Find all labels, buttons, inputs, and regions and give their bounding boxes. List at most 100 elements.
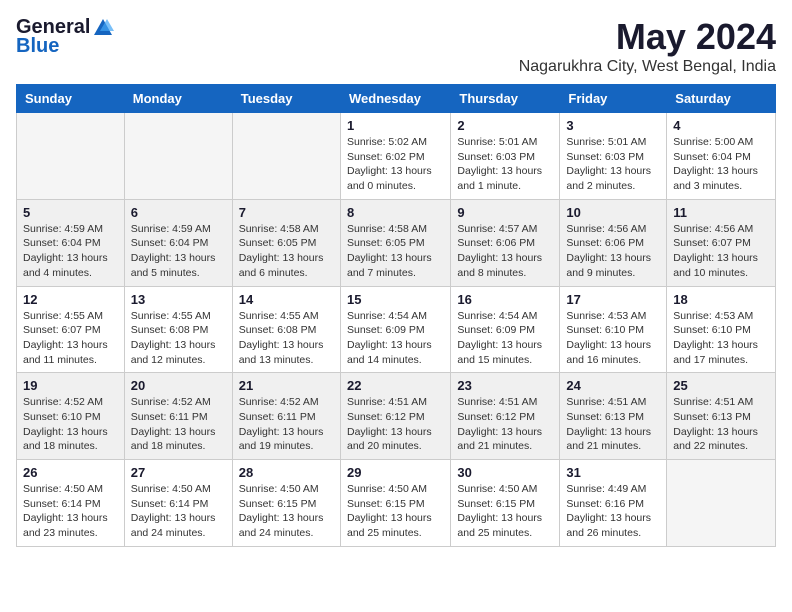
table-row: 27 Sunrise: 4:50 AMSunset: 6:14 PMDayligh… <box>124 460 232 547</box>
calendar-header-row: Sunday Monday Tuesday Wednesday Thursday… <box>17 85 776 113</box>
day-number: 11 <box>673 205 769 220</box>
day-number: 17 <box>566 292 660 307</box>
day-number: 23 <box>457 378 553 393</box>
day-detail: Sunrise: 4:59 AMSunset: 6:04 PMDaylight:… <box>23 222 118 281</box>
logo-icon <box>92 17 114 39</box>
table-row: 26 Sunrise: 4:50 AMSunset: 6:14 PMDayligh… <box>17 460 125 547</box>
day-number: 3 <box>566 118 660 133</box>
day-detail: Sunrise: 4:51 AMSunset: 6:12 PMDaylight:… <box>457 395 553 454</box>
logo-blue: Blue <box>16 35 59 58</box>
day-number: 18 <box>673 292 769 307</box>
day-number: 16 <box>457 292 553 307</box>
page-header: General Blue May 2024 Nagarukhra City, W… <box>16 16 776 76</box>
table-row: 8 Sunrise: 4:58 AMSunset: 6:05 PMDaylight… <box>340 199 450 286</box>
day-detail: Sunrise: 5:01 AMSunset: 6:03 PMDaylight:… <box>457 135 553 194</box>
month-title: May 2024 <box>519 16 776 58</box>
day-detail: Sunrise: 4:59 AMSunset: 6:04 PMDaylight:… <box>131 222 226 281</box>
day-number: 14 <box>239 292 334 307</box>
day-number: 21 <box>239 378 334 393</box>
calendar-week-row: 1 Sunrise: 5:02 AMSunset: 6:02 PMDaylight… <box>17 113 776 200</box>
table-row: 19 Sunrise: 4:52 AMSunset: 6:10 PMDayligh… <box>17 373 125 460</box>
table-row <box>124 113 232 200</box>
table-row: 10 Sunrise: 4:56 AMSunset: 6:06 PMDayligh… <box>560 199 667 286</box>
table-row: 3 Sunrise: 5:01 AMSunset: 6:03 PMDaylight… <box>560 113 667 200</box>
day-detail: Sunrise: 4:57 AMSunset: 6:06 PMDaylight:… <box>457 222 553 281</box>
calendar-week-row: 12 Sunrise: 4:55 AMSunset: 6:07 PMDayligh… <box>17 286 776 373</box>
table-row: 1 Sunrise: 5:02 AMSunset: 6:02 PMDaylight… <box>340 113 450 200</box>
day-detail: Sunrise: 4:50 AMSunset: 6:14 PMDaylight:… <box>131 482 226 541</box>
logo: General Blue <box>16 16 114 58</box>
table-row: 24 Sunrise: 4:51 AMSunset: 6:13 PMDayligh… <box>560 373 667 460</box>
day-number: 26 <box>23 465 118 480</box>
table-row: 21 Sunrise: 4:52 AMSunset: 6:11 PMDayligh… <box>232 373 340 460</box>
day-detail: Sunrise: 4:50 AMSunset: 6:15 PMDaylight:… <box>239 482 334 541</box>
day-detail: Sunrise: 4:53 AMSunset: 6:10 PMDaylight:… <box>673 309 769 368</box>
day-number: 27 <box>131 465 226 480</box>
day-number: 25 <box>673 378 769 393</box>
day-number: 15 <box>347 292 444 307</box>
table-row: 22 Sunrise: 4:51 AMSunset: 6:12 PMDayligh… <box>340 373 450 460</box>
day-number: 22 <box>347 378 444 393</box>
day-number: 30 <box>457 465 553 480</box>
day-number: 8 <box>347 205 444 220</box>
header-monday: Monday <box>124 85 232 113</box>
calendar-week-row: 26 Sunrise: 4:50 AMSunset: 6:14 PMDayligh… <box>17 460 776 547</box>
table-row <box>232 113 340 200</box>
header-wednesday: Wednesday <box>340 85 450 113</box>
day-detail: Sunrise: 4:55 AMSunset: 6:07 PMDaylight:… <box>23 309 118 368</box>
day-detail: Sunrise: 4:58 AMSunset: 6:05 PMDaylight:… <box>347 222 444 281</box>
table-row: 5 Sunrise: 4:59 AMSunset: 6:04 PMDaylight… <box>17 199 125 286</box>
day-number: 12 <box>23 292 118 307</box>
header-thursday: Thursday <box>451 85 560 113</box>
table-row: 12 Sunrise: 4:55 AMSunset: 6:07 PMDayligh… <box>17 286 125 373</box>
calendar-week-row: 19 Sunrise: 4:52 AMSunset: 6:10 PMDayligh… <box>17 373 776 460</box>
table-row: 6Sunrise: 4:59 AMSunset: 6:04 PMDaylight… <box>124 199 232 286</box>
day-detail: Sunrise: 4:50 AMSunset: 6:15 PMDaylight:… <box>347 482 444 541</box>
day-detail: Sunrise: 4:51 AMSunset: 6:12 PMDaylight:… <box>347 395 444 454</box>
day-detail: Sunrise: 4:50 AMSunset: 6:15 PMDaylight:… <box>457 482 553 541</box>
table-row: 11 Sunrise: 4:56 AMSunset: 6:07 PMDayligh… <box>667 199 776 286</box>
day-number: 4 <box>673 118 769 133</box>
day-number: 7 <box>239 205 334 220</box>
day-detail: Sunrise: 4:55 AMSunset: 6:08 PMDaylight:… <box>131 309 226 368</box>
day-number: 28 <box>239 465 334 480</box>
day-detail: Sunrise: 5:01 AMSunset: 6:03 PMDaylight:… <box>566 135 660 194</box>
day-number: 9 <box>457 205 553 220</box>
day-number: 1 <box>347 118 444 133</box>
day-detail: Sunrise: 4:51 AMSunset: 6:13 PMDaylight:… <box>566 395 660 454</box>
table-row: 25 Sunrise: 4:51 AMSunset: 6:13 PMDayligh… <box>667 373 776 460</box>
table-row: 14 Sunrise: 4:55 AMSunset: 6:08 PMDayligh… <box>232 286 340 373</box>
day-detail: Sunrise: 4:54 AMSunset: 6:09 PMDaylight:… <box>457 309 553 368</box>
table-row: 13Sunrise: 4:55 AMSunset: 6:08 PMDayligh… <box>124 286 232 373</box>
day-detail: Sunrise: 4:51 AMSunset: 6:13 PMDaylight:… <box>673 395 769 454</box>
location-title: Nagarukhra City, West Bengal, India <box>519 58 776 76</box>
day-number: 19 <box>23 378 118 393</box>
day-detail: Sunrise: 4:50 AMSunset: 6:14 PMDaylight:… <box>23 482 118 541</box>
title-section: May 2024 Nagarukhra City, West Bengal, I… <box>519 16 776 76</box>
day-detail: Sunrise: 4:52 AMSunset: 6:11 PMDaylight:… <box>239 395 334 454</box>
day-number: 5 <box>23 205 118 220</box>
day-detail: Sunrise: 4:56 AMSunset: 6:07 PMDaylight:… <box>673 222 769 281</box>
table-row <box>17 113 125 200</box>
table-row: 17Sunrise: 4:53 AMSunset: 6:10 PMDayligh… <box>560 286 667 373</box>
header-tuesday: Tuesday <box>232 85 340 113</box>
table-row: 18 Sunrise: 4:53 AMSunset: 6:10 PMDayligh… <box>667 286 776 373</box>
table-row: 29 Sunrise: 4:50 AMSunset: 6:15 PMDayligh… <box>340 460 450 547</box>
table-row <box>667 460 776 547</box>
table-row: 7 Sunrise: 4:58 AMSunset: 6:05 PMDaylight… <box>232 199 340 286</box>
day-number: 31 <box>566 465 660 480</box>
day-number: 29 <box>347 465 444 480</box>
table-row: 2Sunrise: 5:01 AMSunset: 6:03 PMDaylight… <box>451 113 560 200</box>
day-number: 10 <box>566 205 660 220</box>
day-detail: Sunrise: 4:56 AMSunset: 6:06 PMDaylight:… <box>566 222 660 281</box>
table-row: 16 Sunrise: 4:54 AMSunset: 6:09 PMDayligh… <box>451 286 560 373</box>
header-sunday: Sunday <box>17 85 125 113</box>
header-saturday: Saturday <box>667 85 776 113</box>
day-detail: Sunrise: 4:58 AMSunset: 6:05 PMDaylight:… <box>239 222 334 281</box>
calendar-table: Sunday Monday Tuesday Wednesday Thursday… <box>16 84 776 547</box>
day-detail: Sunrise: 5:02 AMSunset: 6:02 PMDaylight:… <box>347 135 444 194</box>
day-detail: Sunrise: 4:52 AMSunset: 6:10 PMDaylight:… <box>23 395 118 454</box>
table-row: 20Sunrise: 4:52 AMSunset: 6:11 PMDayligh… <box>124 373 232 460</box>
day-detail: Sunrise: 4:55 AMSunset: 6:08 PMDaylight:… <box>239 309 334 368</box>
day-number: 24 <box>566 378 660 393</box>
